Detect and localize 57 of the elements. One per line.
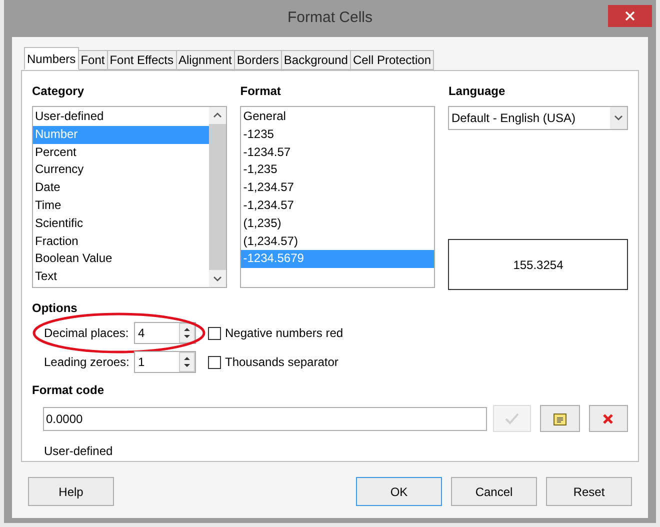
spin-field[interactable]: 1 — [134, 351, 196, 373]
close-button[interactable] — [608, 5, 652, 27]
checkbox[interactable] — [208, 356, 221, 368]
list-item[interactable]: Scientific — [33, 214, 210, 233]
format-code-field[interactable]: 0.0000 — [43, 406, 488, 430]
list-item[interactable]: -1235 — [241, 126, 434, 144]
delete-button[interactable] — [588, 405, 628, 432]
dialog-button[interactable]: OK — [356, 477, 442, 506]
tab[interactable]: Font Effects — [106, 50, 177, 70]
list-item[interactable]: (1,235) — [241, 214, 434, 233]
list-item[interactable]: User-defined — [33, 108, 210, 126]
list-item[interactable]: -1,234.57 — [241, 196, 434, 215]
tab[interactable]: Font — [78, 50, 108, 70]
delete-icon — [602, 412, 614, 424]
checkbox-label: Thousands separator — [225, 354, 338, 371]
tab[interactable]: Borders — [234, 50, 282, 70]
list-item[interactable]: Date — [33, 179, 210, 197]
section-label: Options — [32, 300, 78, 317]
list-item[interactable]: -1,235 — [241, 161, 434, 180]
checkmark-icon — [505, 412, 520, 424]
list-item[interactable]: (1,234.57) — [241, 232, 434, 250]
section-label: Language — [448, 83, 506, 100]
comment-button[interactable] — [540, 405, 580, 432]
spin-arrows-icon[interactable] — [179, 352, 195, 372]
checkbox[interactable] — [208, 326, 221, 340]
format-description: User-defined — [43, 443, 114, 460]
dialog-button[interactable]: Reset — [546, 477, 632, 506]
spinner-label: Decimal places: — [43, 325, 130, 342]
list-item[interactable]: Time — [33, 196, 210, 215]
spin-field[interactable]: 4 — [134, 322, 196, 344]
section-label: Format code — [32, 382, 106, 399]
spinner-label: Leading zeroes: — [43, 354, 130, 371]
dialog-button[interactable]: Help — [28, 477, 114, 506]
list-item[interactable]: General — [241, 108, 434, 126]
language-dropdown[interactable]: Default - English (USA) — [448, 106, 628, 130]
list-item[interactable]: Fraction — [33, 232, 210, 250]
dialog-button[interactable]: Cancel — [451, 477, 537, 506]
window-title: Format Cells — [287, 8, 372, 28]
scrollbar[interactable] — [209, 107, 226, 287]
tab[interactable]: Cell Protection — [350, 50, 434, 70]
scroll-thumb[interactable] — [209, 124, 226, 270]
list-item[interactable]: -1,234.57 — [241, 179, 434, 197]
section-label: Format — [240, 83, 282, 100]
list-item[interactable]: Currency — [33, 161, 210, 180]
list-item[interactable]: Percent — [33, 144, 210, 162]
checkbox-label: Negative numbers red — [225, 325, 344, 342]
list-item[interactable]: -1234.57 — [241, 144, 434, 162]
close-icon — [625, 11, 635, 21]
preview-box: 155.3254 — [448, 239, 628, 290]
tab[interactable]: Alignment — [176, 50, 235, 70]
section-label: Category — [32, 83, 86, 100]
tab[interactable]: Numbers — [24, 47, 79, 70]
list-item[interactable]: Boolean Value — [33, 250, 210, 268]
spin-arrows-icon[interactable] — [179, 323, 195, 343]
note-icon — [553, 412, 568, 426]
list-item[interactable]: Text — [33, 268, 210, 286]
tab[interactable]: Background — [280, 50, 351, 70]
